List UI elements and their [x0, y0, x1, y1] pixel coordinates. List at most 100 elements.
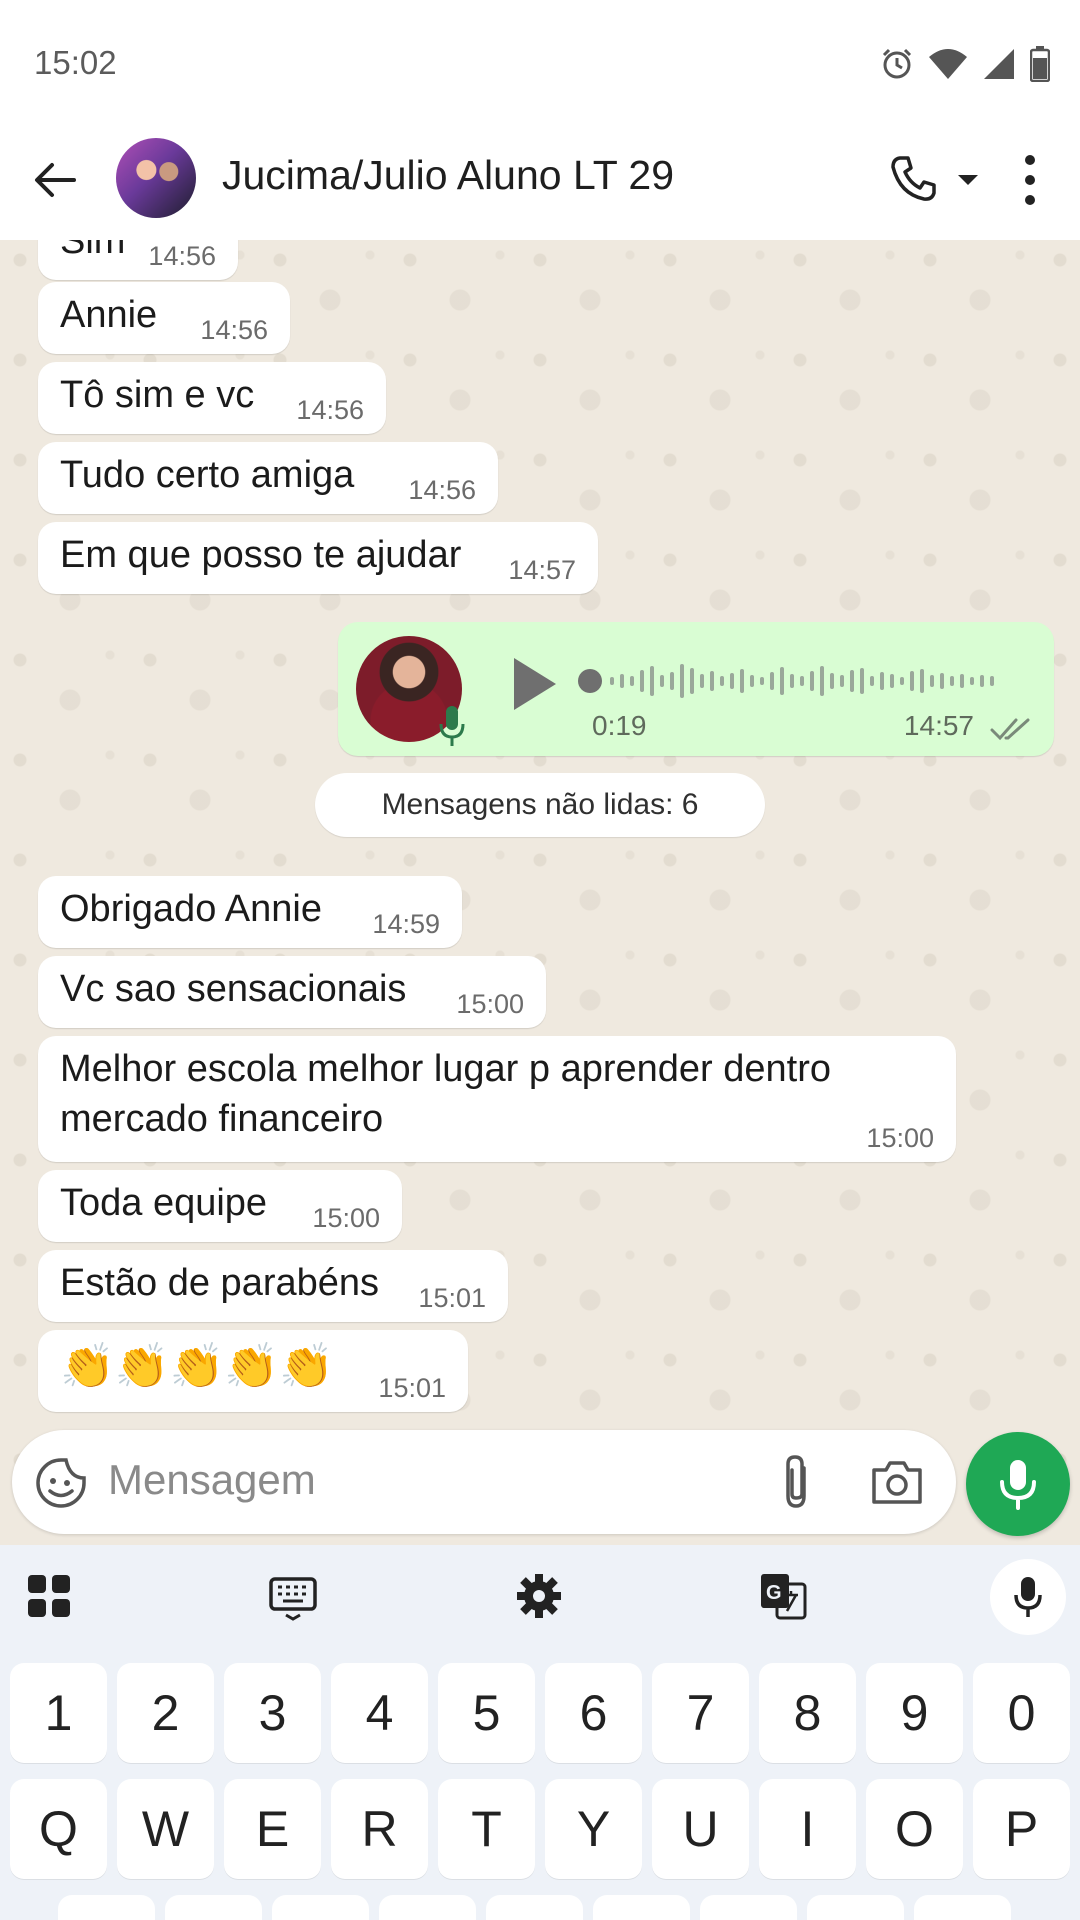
waveform-bar [630, 676, 634, 686]
waveform-bar [760, 677, 764, 685]
message-bubble[interactable]: Melhor escola melhor lugar p aprender de… [38, 1036, 956, 1162]
waveform-bar [690, 668, 694, 694]
translate-icon[interactable]: G [758, 1571, 808, 1621]
message-input[interactable]: Mensagem [108, 1456, 316, 1504]
key[interactable]: R [331, 1779, 428, 1879]
key[interactable]: 6 [545, 1663, 642, 1763]
unread-messages-divider: Mensagens não lidas: 6 [315, 773, 765, 837]
waveform-bar [840, 675, 844, 687]
waveform-bar [870, 676, 874, 686]
key[interactable] [914, 1895, 1011, 1920]
key[interactable]: 5 [438, 1663, 535, 1763]
signal-icon [984, 49, 1014, 79]
voice-typing-button[interactable] [990, 1559, 1066, 1635]
chat-area[interactable]: Sim 14:56 Annie 14:56 Tô sim e vc 14:56 … [0, 240, 1080, 1545]
svg-text:G: G [766, 1582, 782, 1604]
message-bubble[interactable]: Sim 14:56 [38, 240, 238, 280]
key[interactable]: T [438, 1779, 535, 1879]
sticker-emoji-icon[interactable] [34, 1456, 88, 1510]
key[interactable] [807, 1895, 904, 1920]
waveform-bar [820, 666, 824, 696]
key[interactable]: W [117, 1779, 214, 1879]
message-time: 14:56 [200, 315, 268, 345]
message-bubble[interactable]: Tudo certo amiga 14:56 [38, 442, 498, 514]
record-voice-button[interactable] [966, 1432, 1070, 1536]
key[interactable] [272, 1895, 369, 1920]
key[interactable]: 9 [866, 1663, 963, 1763]
waveform-bar [920, 669, 924, 693]
chat-title[interactable]: Jucima/Julio Aluno LT 29 [222, 152, 674, 199]
key[interactable]: 2 [117, 1663, 214, 1763]
key[interactable]: U [652, 1779, 749, 1879]
waveform-bar [790, 674, 794, 688]
waveform-bar [960, 674, 964, 688]
waveform-bar [970, 677, 974, 685]
waveform-bar [850, 670, 854, 692]
waveform-bar [770, 672, 774, 690]
waveform-bar [890, 674, 894, 688]
message-text-line: Melhor escola melhor lugar p aprender de… [60, 1048, 831, 1090]
paperclip-icon[interactable] [774, 1452, 818, 1512]
waveform-bar [880, 672, 884, 690]
key[interactable]: Y [545, 1779, 642, 1879]
waveform-bar [800, 676, 804, 686]
camera-icon[interactable] [870, 1458, 924, 1506]
message-text: Estão de parabéns [60, 1262, 380, 1304]
key[interactable] [379, 1895, 476, 1920]
message-text: Sim [60, 240, 126, 262]
waveform-bar [900, 677, 904, 685]
key[interactable]: 7 [652, 1663, 749, 1763]
chevron-down-icon[interactable] [956, 170, 980, 190]
message-bubble[interactable]: Annie 14:56 [38, 282, 290, 354]
microphone-icon [1000, 1460, 1036, 1510]
back-arrow-icon[interactable] [30, 155, 80, 205]
more-options-icon[interactable] [1010, 152, 1050, 208]
message-bubble[interactable]: Estão de parabéns 15:01 [38, 1250, 508, 1322]
microphone-icon [1014, 1577, 1042, 1617]
key[interactable]: P [973, 1779, 1070, 1879]
key[interactable] [486, 1895, 583, 1920]
message-time: 15:00 [456, 989, 524, 1019]
message-bubble[interactable]: Obrigado Annie 14:59 [38, 876, 462, 948]
voice-message-bubble[interactable]: 0:19 14:57 [338, 622, 1054, 756]
key[interactable] [700, 1895, 797, 1920]
message-bubble[interactable]: Toda equipe 15:00 [38, 1170, 402, 1242]
key[interactable]: O [866, 1779, 963, 1879]
message-time: 14:56 [148, 241, 216, 271]
waveform-bar [720, 676, 724, 686]
key[interactable] [593, 1895, 690, 1920]
message-bubble[interactable]: Vc sao sensacionais 15:00 [38, 956, 546, 1028]
voice-call-icon[interactable] [888, 154, 938, 204]
keyboard-toolbar: G [0, 1545, 1080, 1645]
keyboard-icon[interactable] [268, 1571, 318, 1621]
double-check-icon [990, 718, 1030, 741]
alarm-icon [882, 48, 912, 79]
message-bubble[interactable]: 👏👏👏👏👏 15:01 [38, 1330, 468, 1412]
gear-icon[interactable] [514, 1571, 564, 1621]
message-bubble[interactable]: Tô sim e vc 14:56 [38, 362, 386, 434]
waveform-bar [620, 674, 624, 688]
key[interactable] [165, 1895, 262, 1920]
contact-avatar[interactable] [116, 138, 196, 218]
key[interactable]: 8 [759, 1663, 856, 1763]
audio-waveform[interactable] [578, 656, 1018, 706]
waveform-bar [660, 675, 664, 687]
message-bubble[interactable]: Em que posso te ajudar 14:57 [38, 522, 598, 594]
key[interactable]: 0 [973, 1663, 1070, 1763]
key[interactable]: 3 [224, 1663, 321, 1763]
microphone-icon [439, 706, 465, 746]
message-time: 15:00 [866, 1123, 934, 1153]
letter-row-partial [10, 1895, 1070, 1920]
key[interactable]: 4 [331, 1663, 428, 1763]
key[interactable]: 1 [10, 1663, 107, 1763]
apps-grid-icon[interactable] [24, 1571, 74, 1621]
message-composer[interactable]: Mensagem [12, 1430, 956, 1534]
key[interactable]: E [224, 1779, 321, 1879]
waveform-bar [730, 673, 734, 689]
key[interactable]: I [759, 1779, 856, 1879]
key[interactable]: Q [10, 1779, 107, 1879]
key[interactable] [58, 1895, 155, 1920]
play-icon[interactable] [508, 654, 560, 714]
message-time: 14:56 [408, 475, 476, 505]
letter-row-qwerty: Q W E R T Y U I O P [10, 1779, 1070, 1879]
